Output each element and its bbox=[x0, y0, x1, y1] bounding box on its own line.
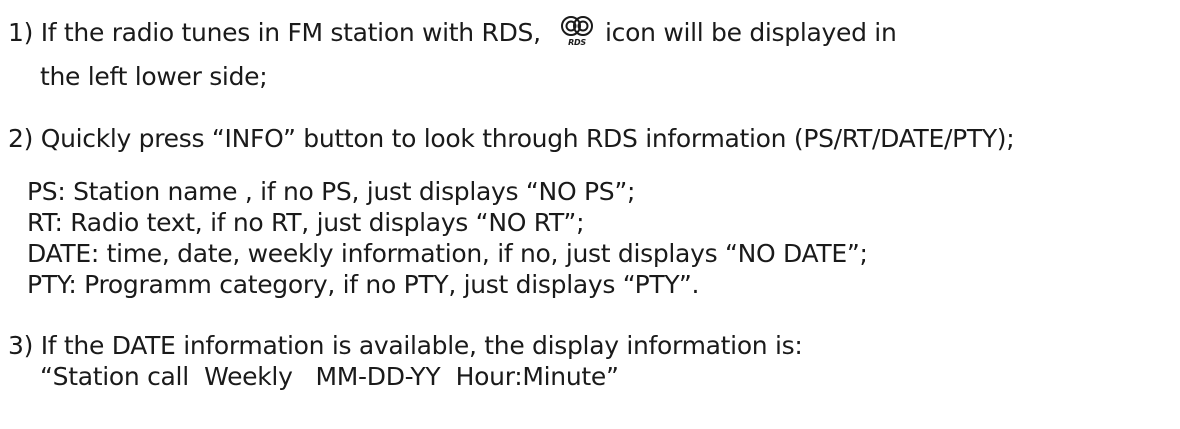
rds-section-1-line-1: 1) If the radio tunes in FM station with… bbox=[8, 15, 897, 49]
rds-info-item-date: DATE: time, date, weekly information, if… bbox=[27, 239, 868, 268]
rds-info-item-ps: PS: Station name , if no PS, just displa… bbox=[27, 177, 636, 206]
rds-section-1-line-2: the left lower side; bbox=[40, 62, 268, 91]
rds-section-1-text-before-icon: 1) If the radio tunes in FM station with… bbox=[8, 18, 549, 47]
rds-icon: RDS bbox=[561, 16, 594, 47]
rds-info-item-rt: RT: Radio text, if no RT, just displays … bbox=[27, 208, 585, 237]
manual-page: 1) If the radio tunes in FM station with… bbox=[0, 0, 1180, 429]
rds-info-item-pty: PTY: Programm category, if no PTY, just … bbox=[27, 270, 700, 299]
rds-section-2-heading: 2) Quickly press “INFO” button to look t… bbox=[8, 124, 1015, 153]
rds-icon-label: RDS bbox=[569, 38, 587, 47]
rds-section-1-text-after-icon: icon will be displayed in bbox=[597, 18, 897, 47]
rds-section-3-line-2: “Station call Weekly MM-DD-YY Hour:Minut… bbox=[40, 362, 619, 391]
rds-section-3-line-1: 3) If the DATE information is available,… bbox=[8, 331, 803, 360]
